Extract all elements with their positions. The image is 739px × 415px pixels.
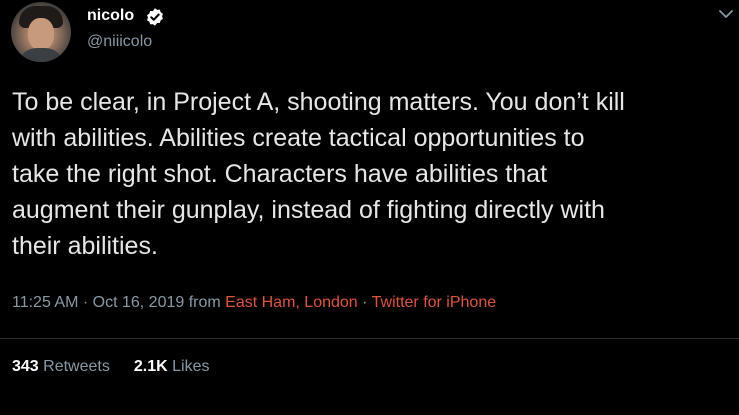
retweets-label: Retweets	[43, 358, 110, 375]
tweet-text: To be clear, in Project A, shooting matt…	[12, 88, 625, 260]
author-handle[interactable]: @niiicolo	[87, 33, 152, 51]
tweet-meta: 11:25 AM · Oct 16, 2019 from East Ham, L…	[12, 294, 496, 312]
likes-label: Likes	[172, 358, 210, 375]
tweet-date[interactable]: Oct 16, 2019	[93, 294, 185, 311]
divider	[0, 338, 739, 339]
retweets-count: 343	[12, 358, 39, 375]
likes-stat[interactable]: 2.1K Likes	[134, 358, 210, 375]
avatar-shirt	[17, 48, 65, 62]
source-link[interactable]: Twitter for iPhone	[372, 294, 497, 311]
verified-badge-icon	[147, 8, 163, 26]
avatar[interactable]	[11, 2, 71, 62]
author-display-name[interactable]: nicolo	[87, 7, 134, 25]
retweets-stat[interactable]: 343 Retweets	[12, 358, 110, 375]
meta-from: from	[184, 294, 226, 311]
meta-separator: ·	[357, 294, 372, 311]
tweet-stats: 343 Retweets 2.1K Likes	[12, 358, 209, 376]
likes-count: 2.1K	[133, 358, 168, 375]
chevron-down-icon[interactable]	[717, 7, 735, 21]
location-link[interactable]: East Ham, London	[225, 294, 358, 311]
meta-separator: ·	[78, 294, 93, 311]
avatar-face	[28, 18, 54, 50]
tweet-time: 11:25 AM	[12, 294, 79, 311]
